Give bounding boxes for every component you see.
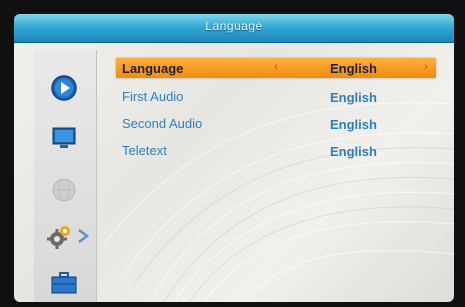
menu-row-second-audio[interactable]: Second Audio English (116, 113, 436, 133)
play-icon[interactable] (50, 74, 78, 102)
left-arrow-icon[interactable]: ‹ (274, 61, 278, 73)
row-value-language: English (330, 61, 377, 76)
chevron-right-icon (76, 228, 90, 244)
row-label-second-audio: Second Audio (122, 116, 203, 131)
menu-row-teletext[interactable]: Teletext English (116, 140, 436, 160)
row-label-first-audio: First Audio (122, 89, 184, 104)
title-bar: Language (14, 14, 454, 43)
window-title: Language (205, 19, 263, 33)
sidebar (34, 50, 97, 302)
menu-row-language[interactable]: Language ‹ English › (116, 58, 436, 78)
monitor-icon[interactable] (50, 124, 78, 152)
toolbox-icon[interactable] (50, 270, 78, 298)
tv-screen: Language Language ‹ English › First Audi… (14, 14, 454, 302)
row-label-teletext: Teletext (122, 143, 167, 158)
row-label-language: Language (122, 61, 184, 76)
globe-icon[interactable] (50, 176, 78, 204)
right-arrow-icon[interactable]: › (424, 61, 428, 73)
row-value-first-audio: English (330, 90, 377, 105)
gear-icon[interactable] (46, 222, 74, 250)
row-value-second-audio: English (330, 117, 377, 132)
row-value-teletext: English (330, 144, 377, 159)
menu-row-first-audio[interactable]: First Audio English (116, 86, 436, 106)
